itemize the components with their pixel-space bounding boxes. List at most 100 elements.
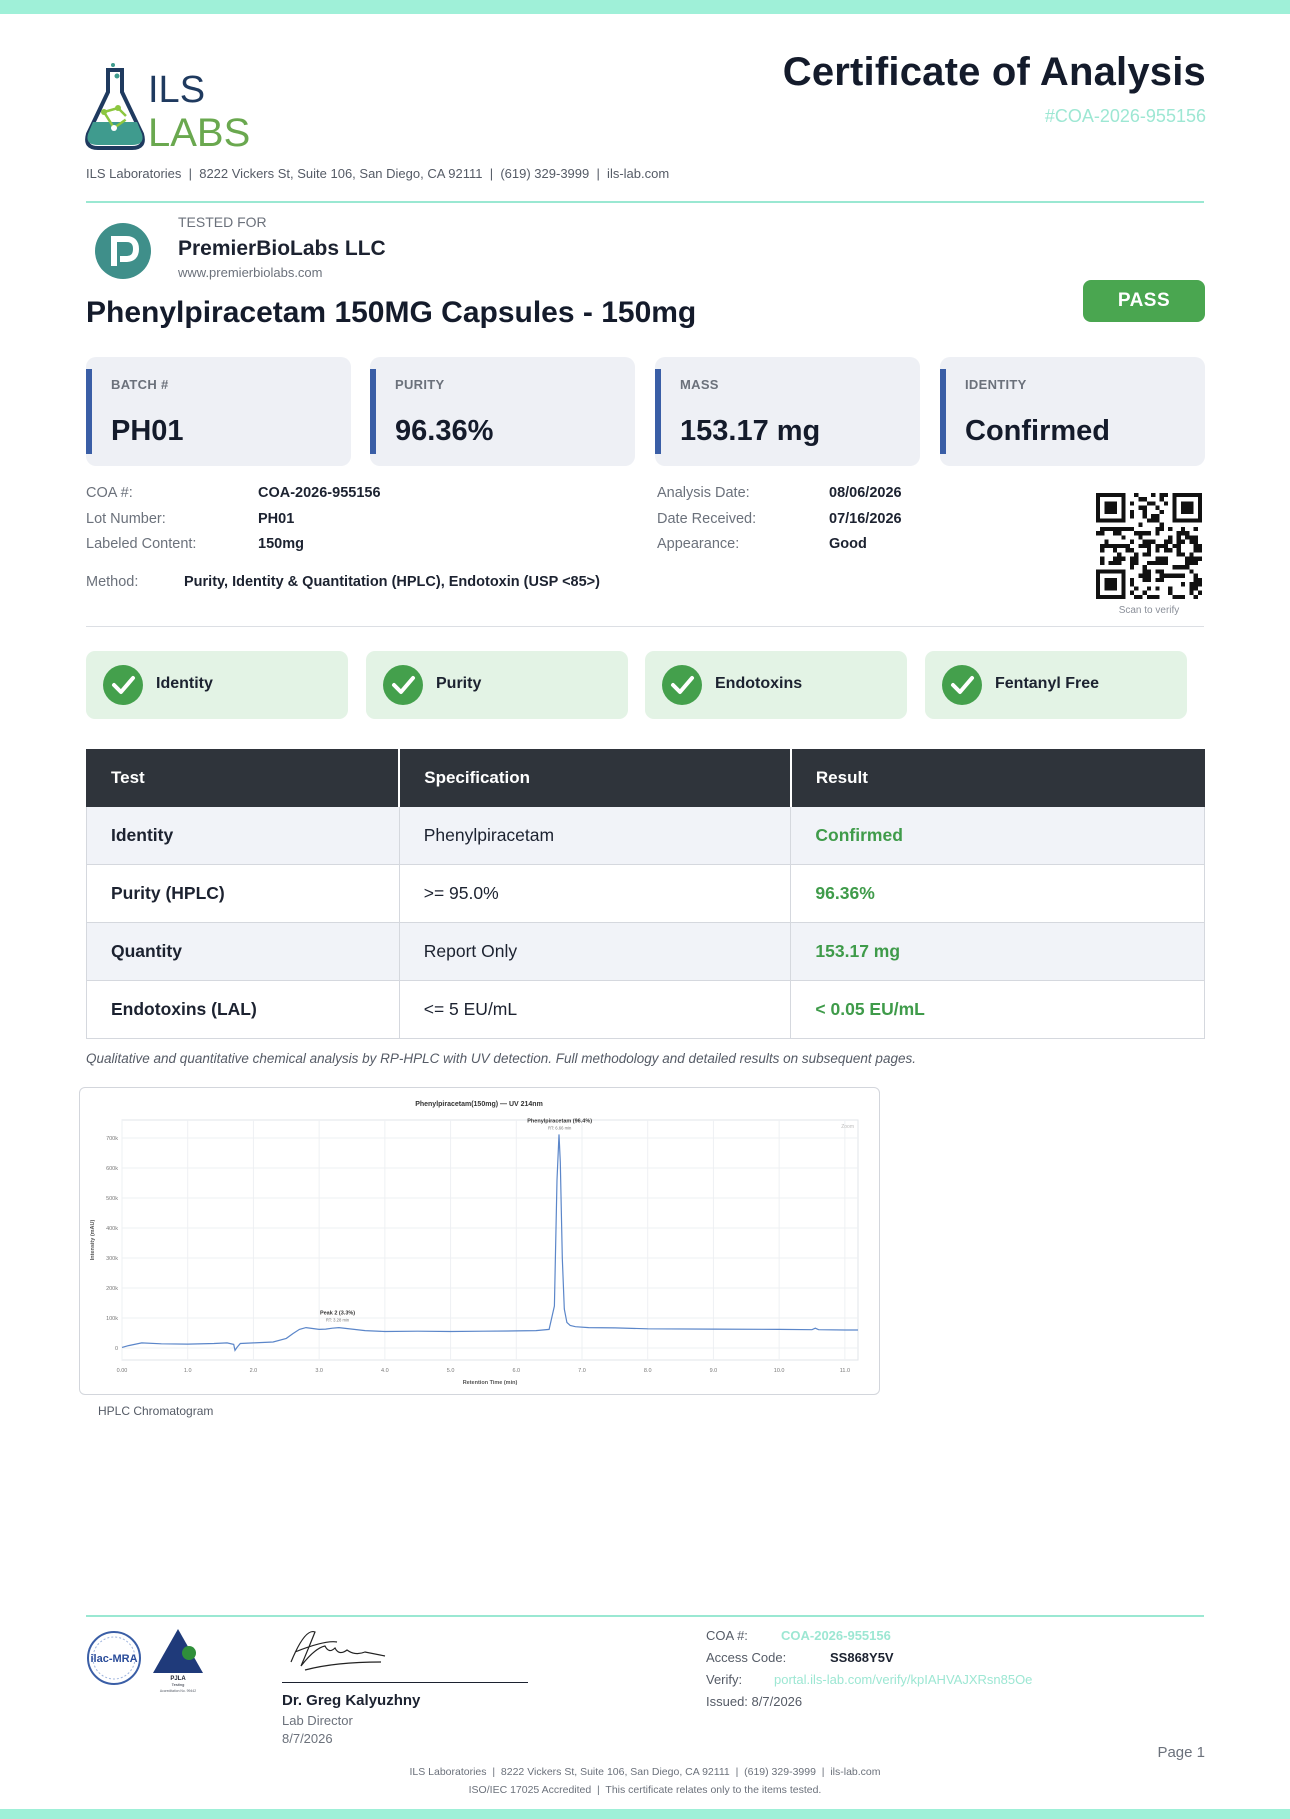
qr-module bbox=[1159, 497, 1164, 502]
y-tick-label: 0 bbox=[115, 1346, 118, 1352]
x-tick-label: 8.0 bbox=[644, 1368, 652, 1374]
qr-module bbox=[1172, 543, 1177, 549]
info-label: Appearance: bbox=[657, 536, 740, 552]
zoom-label: Zoom bbox=[841, 1124, 854, 1130]
top-accent-bar bbox=[0, 0, 1290, 14]
qr-module bbox=[1138, 522, 1143, 527]
y-tick-label: 200k bbox=[106, 1286, 118, 1292]
table-row: Identity Phenylpiracetam Confirmed bbox=[86, 806, 1205, 865]
qr-module bbox=[1155, 577, 1160, 583]
qr-code[interactable] bbox=[1096, 493, 1202, 599]
qr-module bbox=[1193, 556, 1198, 561]
qr-module bbox=[1146, 577, 1152, 583]
results-table: Test Specification Result Identity Pheny… bbox=[86, 749, 1205, 1039]
footer-divider bbox=[86, 1615, 1204, 1617]
result-cell: 96.36% bbox=[790, 864, 1205, 923]
y-tick-label: 400k bbox=[106, 1226, 118, 1232]
qr-module bbox=[1112, 531, 1118, 536]
info-label: Lot Number: bbox=[86, 511, 166, 527]
qr-module bbox=[1146, 552, 1152, 557]
qr-module bbox=[1146, 573, 1152, 578]
qr-module bbox=[1129, 556, 1135, 561]
info-value: PH01 bbox=[258, 511, 295, 527]
header-divider bbox=[86, 201, 1204, 203]
info-label: COA #: bbox=[86, 485, 133, 501]
qr-module bbox=[1176, 552, 1181, 557]
qr-module bbox=[1108, 560, 1113, 566]
column-header-result: Result bbox=[790, 749, 1205, 807]
qr-module bbox=[1117, 543, 1122, 549]
bottom-accent-bar bbox=[0, 1809, 1290, 1819]
qr-module bbox=[1176, 548, 1181, 553]
qr-module bbox=[1172, 573, 1177, 578]
qr-module bbox=[1172, 565, 1177, 570]
qr-module bbox=[1197, 590, 1202, 595]
qr-module bbox=[1146, 501, 1152, 506]
qr-module bbox=[1142, 543, 1147, 549]
qr-module bbox=[1112, 543, 1118, 549]
info-value: Good bbox=[829, 536, 867, 552]
info-coa-row: COA #: COA-2026-955156 bbox=[86, 485, 381, 501]
qr-module bbox=[1151, 518, 1156, 523]
qr-module bbox=[1180, 565, 1186, 570]
qr-module bbox=[1180, 526, 1186, 532]
y-tick-label: 500k bbox=[106, 1196, 118, 1202]
qr-module bbox=[1176, 539, 1181, 544]
qr-module bbox=[1163, 543, 1169, 549]
result-cell: Confirmed bbox=[790, 806, 1205, 865]
card-label: PURITY bbox=[395, 377, 445, 392]
qr-module bbox=[1155, 531, 1160, 536]
qr-module bbox=[1155, 514, 1160, 519]
qr-module bbox=[1189, 569, 1194, 574]
checkmark-icon bbox=[662, 665, 702, 705]
x-tick-label: 6.0 bbox=[512, 1368, 520, 1374]
qr-module bbox=[1151, 493, 1156, 498]
qr-module bbox=[1129, 514, 1135, 519]
footer-verify-label: Verify: bbox=[706, 1672, 743, 1687]
info-analysis-date-row: Analysis Date: 08/06/2026 bbox=[657, 485, 902, 501]
qr-module bbox=[1146, 594, 1152, 599]
qr-module bbox=[1142, 505, 1147, 510]
check-label: Endotoxins bbox=[715, 675, 803, 692]
qr-module bbox=[1104, 543, 1109, 549]
test-cell: Endotoxins (LAL) bbox=[86, 980, 400, 1039]
qr-module bbox=[1100, 543, 1105, 549]
info-value: COA-2026-955156 bbox=[258, 485, 381, 501]
table-row: Purity (HPLC) >= 95.0% 96.36% bbox=[86, 864, 1205, 923]
qr-module bbox=[1193, 586, 1198, 591]
qr-module bbox=[1185, 556, 1190, 561]
peak-annotation: Peak 2 (3.3%) bbox=[320, 1310, 355, 1316]
qr-module bbox=[1168, 539, 1173, 544]
lab-address-line: ILS Laboratories | 8222 Vickers St, Suit… bbox=[86, 166, 670, 181]
qr-module bbox=[1134, 586, 1139, 591]
qr-module bbox=[1151, 560, 1156, 566]
qr-module bbox=[1142, 573, 1147, 578]
qr-module bbox=[1142, 531, 1147, 536]
qr-module bbox=[1138, 497, 1143, 502]
signature bbox=[290, 1631, 386, 1671]
check-label: Purity bbox=[436, 675, 482, 692]
footer-verify-link[interactable]: portal.ils-lab.com/verify/kpIAHVAJXRsn85… bbox=[774, 1672, 1032, 1687]
qr-module bbox=[1142, 569, 1147, 574]
column-header-test: Test bbox=[86, 749, 401, 807]
qr-module bbox=[1146, 543, 1152, 549]
qr-module bbox=[1193, 573, 1198, 578]
qr-module bbox=[1168, 590, 1173, 595]
info-label: Labeled Content: bbox=[86, 536, 197, 552]
qr-module bbox=[1125, 543, 1130, 549]
test-cell: Identity bbox=[86, 806, 400, 865]
qr-module bbox=[1129, 577, 1135, 583]
footer-access-value: SS868Y5V bbox=[830, 1650, 894, 1665]
qr-module bbox=[1185, 565, 1190, 570]
info-appearance-row: Appearance: Good bbox=[657, 536, 867, 552]
signer-name: Dr. Greg Kalyuzhny bbox=[282, 1692, 421, 1709]
qr-module bbox=[1185, 531, 1190, 536]
peak-annotation: Phenylpiracetam (96.4%) bbox=[527, 1118, 592, 1124]
qr-module bbox=[1142, 565, 1147, 570]
qr-module bbox=[1138, 573, 1143, 578]
qr-module bbox=[1146, 531, 1152, 536]
qr-module bbox=[1180, 552, 1186, 557]
footer-coa-label: COA #: bbox=[706, 1628, 748, 1643]
qr-module bbox=[1155, 560, 1160, 566]
table-header-row: Test Specification Result bbox=[86, 749, 1205, 807]
